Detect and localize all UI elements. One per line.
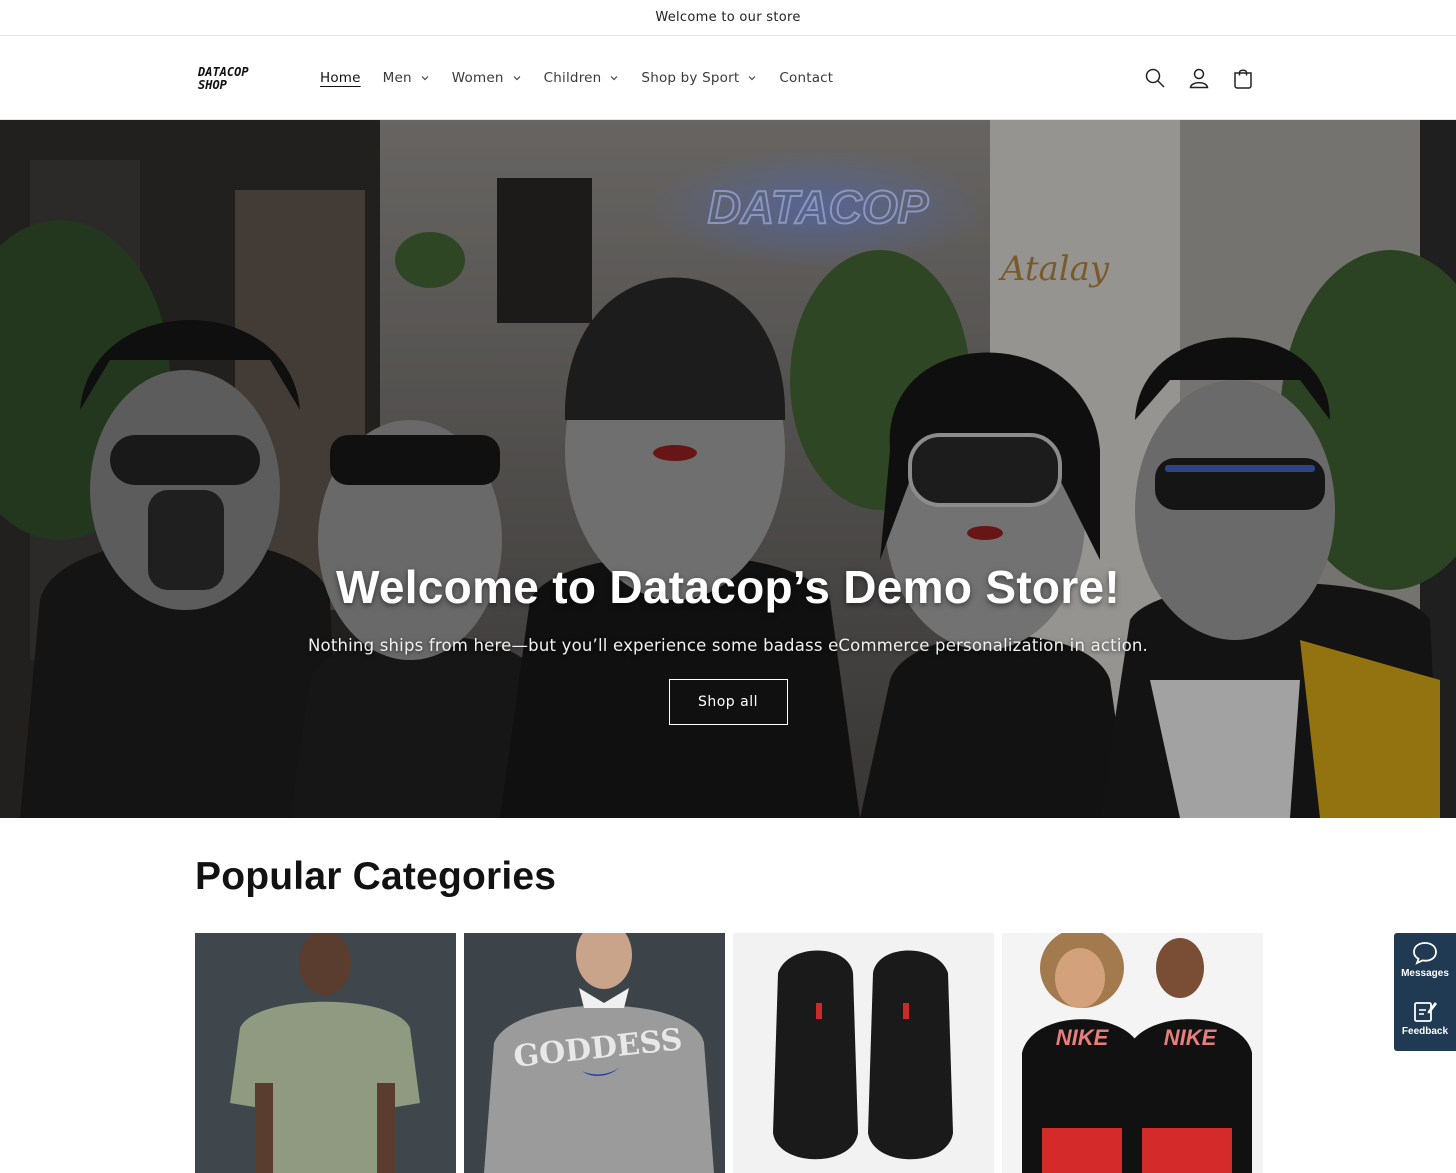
shop-all-button[interactable]: Shop all	[668, 679, 788, 725]
hero-subtitle: Nothing ships from here—but you’ll exper…	[307, 636, 1149, 655]
feedback-label: Feedback	[1401, 1026, 1449, 1037]
nav-item-children[interactable]: Children	[544, 70, 620, 86]
nav-item-contact[interactable]: Contact	[779, 70, 833, 86]
nav-item-home[interactable]: Home	[320, 70, 361, 86]
chevron-down-icon	[748, 76, 756, 81]
nav-label: Men	[382, 70, 412, 86]
category-card-women[interactable]: GODDESS	[464, 933, 725, 1173]
announcement-text: Welcome to our store	[655, 10, 801, 25]
nav-label: Home	[320, 70, 361, 86]
search-icon[interactable]	[1142, 65, 1168, 91]
feedback-button[interactable]: Feedback	[1402, 991, 1448, 1049]
kids-tee-print-right: NIKE	[1164, 1025, 1218, 1050]
chevron-down-icon	[421, 76, 429, 81]
main-nav: Home Men Women Children Shop by Sport Co…	[320, 36, 855, 120]
header-icons	[1142, 36, 1256, 120]
feedback-widget: Messages Feedback	[1394, 933, 1456, 1051]
cart-icon[interactable]	[1230, 65, 1256, 91]
nav-label: Contact	[779, 70, 834, 86]
nav-item-women[interactable]: Women	[452, 70, 522, 86]
account-icon[interactable]	[1186, 65, 1212, 91]
feedback-edit-icon	[1414, 1002, 1437, 1022]
store-logo[interactable]: DATACOP SHOP	[197, 65, 282, 93]
site-header: DATACOP SHOP Home Men Women Children Sho…	[0, 36, 1456, 120]
kids-nike-tees-image: NIKE NIKE	[1002, 933, 1263, 1173]
hero-title: Welcome to Datacop’s Demo Store!	[335, 561, 1121, 613]
black-sneakers-image	[733, 933, 994, 1173]
hero-banner: DATACOP Atalay Welcome to Datacop’s Demo…	[0, 120, 1456, 818]
women-sweatshirt-image: GODDESS	[464, 933, 725, 1173]
kids-tee-print-left: NIKE	[1056, 1025, 1110, 1050]
logo-line-1: DATACOP	[198, 65, 249, 79]
nav-label: Women	[451, 70, 504, 86]
announcement-bar: Welcome to our store	[0, 0, 1456, 36]
category-card-children[interactable]: NIKE NIKE	[1002, 933, 1263, 1173]
nav-item-men[interactable]: Men	[383, 70, 430, 86]
category-cards: GODDESS NIKE NIKE	[195, 933, 1263, 1173]
nav-label: Children	[543, 70, 602, 86]
nav-label: Shop by Sport	[641, 70, 740, 86]
chevron-down-icon	[513, 76, 521, 81]
chat-bubble-icon	[1413, 942, 1437, 965]
chevron-down-icon	[610, 76, 618, 81]
category-card-shoes[interactable]	[733, 933, 994, 1173]
men-tshirt-image	[195, 933, 456, 1173]
category-card-men[interactable]	[195, 933, 456, 1173]
messages-label: Messages	[1401, 968, 1449, 979]
popular-categories-title: Popular Categories	[195, 855, 557, 898]
logo-line-2: SHOP	[198, 78, 228, 92]
hero-content: Welcome to Datacop’s Demo Store! Nothing…	[0, 560, 1456, 725]
messages-button[interactable]: Messages	[1401, 933, 1449, 991]
nav-item-shop-by-sport[interactable]: Shop by Sport	[641, 70, 757, 86]
